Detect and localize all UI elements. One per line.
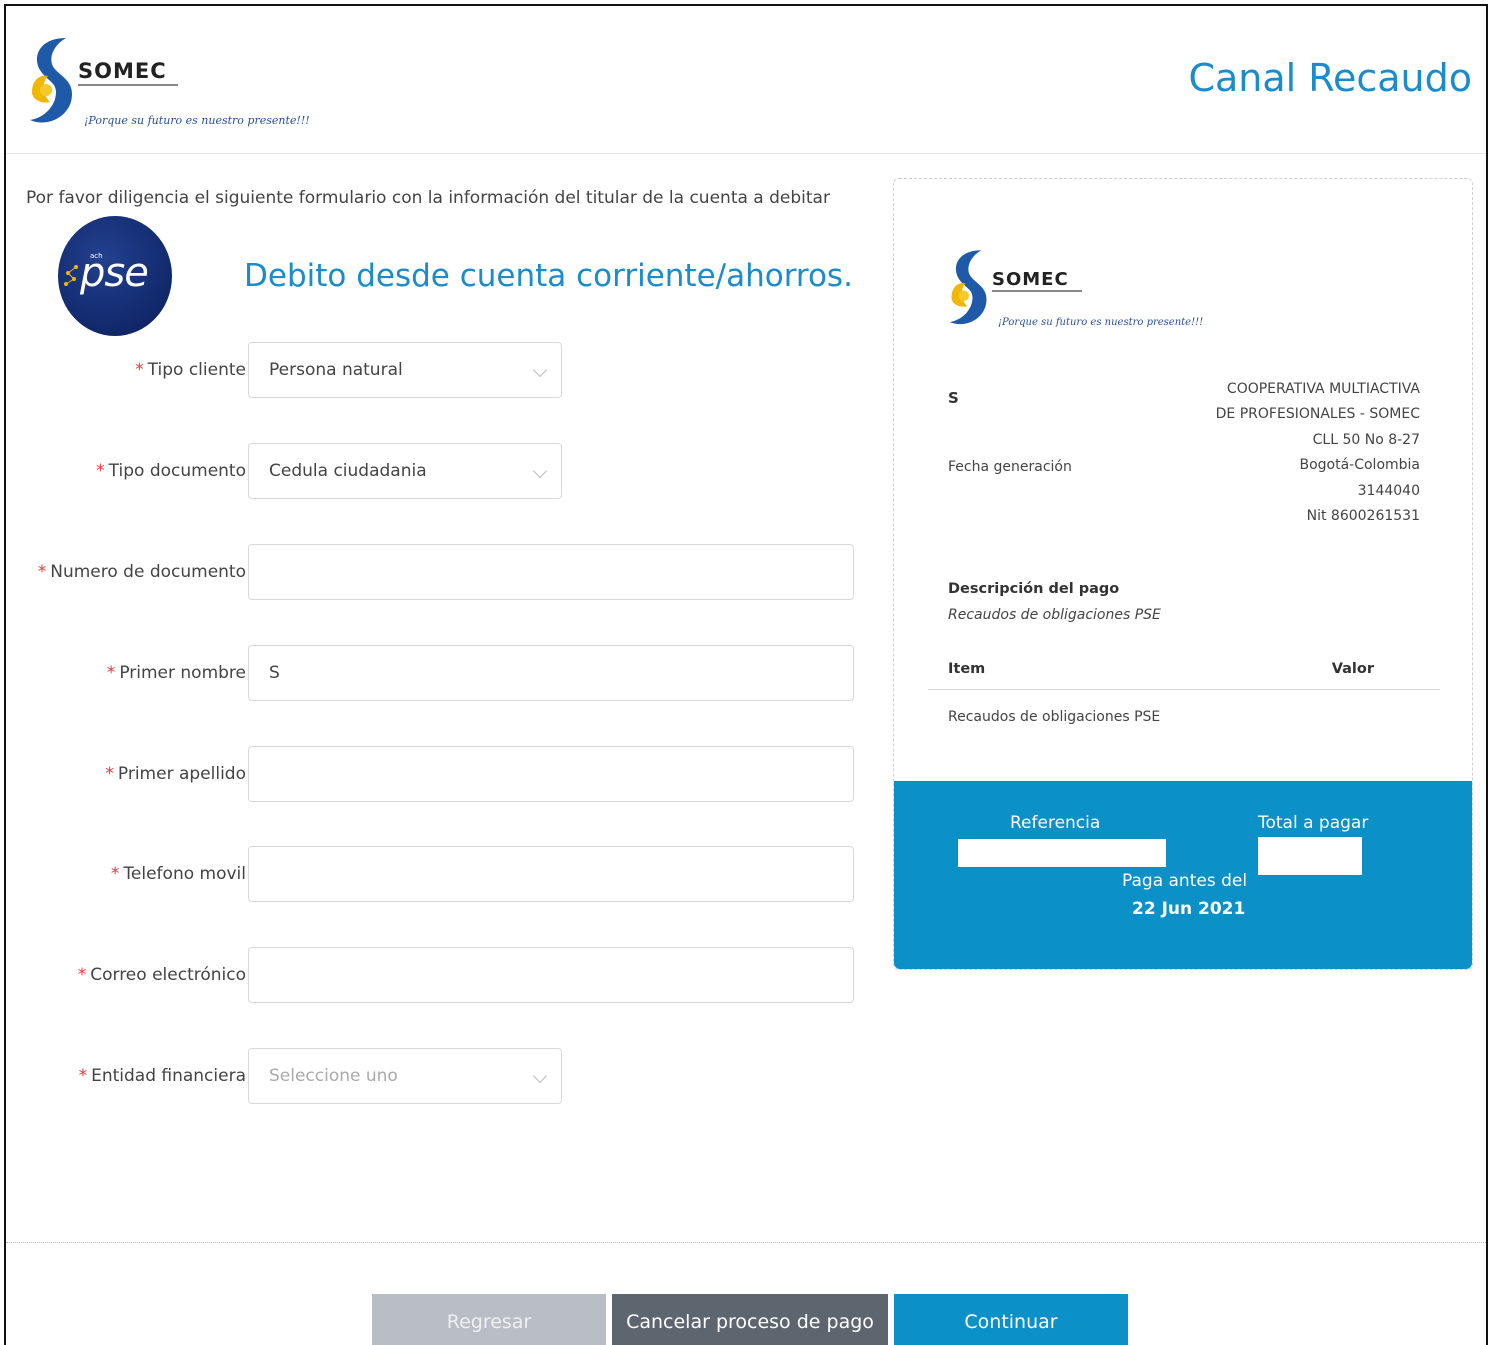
somec-swirl-icon — [30, 38, 72, 123]
tipo-documento-label-text: Tipo documento — [108, 461, 246, 481]
header: SOMEC ¡Porque su futuro es nuestro prese… — [6, 6, 1486, 154]
field-row-tipo-documento: * Tipo documento — [6, 443, 246, 499]
table-row-item: Recaudos de obligaciones PSE — [948, 709, 1161, 725]
fecha-generacion-label: Fecha generación — [948, 459, 1072, 475]
descripcion-title: Descripción del pago — [948, 581, 1120, 597]
receipt-logo-tagline: ¡Porque su futuro es nuestro presente!!! — [998, 317, 1204, 328]
form-heading: Debito desde cuenta corriente/ahorros. — [244, 258, 853, 294]
field-row-tipo-cliente: * Tipo cliente — [6, 342, 246, 398]
primer-apellido-label: * Primer apellido — [16, 746, 246, 802]
tipo-documento-select[interactable]: Cedula ciudadania — [248, 443, 562, 499]
total-value — [1258, 837, 1362, 875]
required-mark: * — [106, 663, 116, 683]
telefono-movil-input[interactable] — [248, 846, 854, 902]
tipo-cliente-label: * Tipo cliente — [16, 342, 246, 398]
primer-nombre-label: * Primer nombre — [16, 645, 246, 701]
field-row-telefono-movil: * Telefono movil — [6, 846, 246, 902]
primer-apellido-label-text: Primer apellido — [117, 764, 246, 784]
required-mark: * — [135, 360, 144, 380]
tipo-cliente-value: Persona natural — [269, 360, 403, 380]
customer-name: S — [948, 389, 959, 407]
payment-summary-panel: SOMEC ¡Porque su futuro es nuestro prese… — [893, 178, 1473, 970]
chevron-down-icon — [532, 463, 548, 479]
correo-label: * Correo electrónico — [16, 947, 246, 1003]
entidad-placeholder: Seleccione uno — [269, 1066, 398, 1086]
primer-apellido-input[interactable] — [248, 746, 854, 802]
referencia-label: Referencia — [1010, 813, 1101, 833]
page-title: Canal Recaudo — [1188, 56, 1472, 100]
company-line: 3144040 — [1357, 482, 1420, 499]
numero-documento-input[interactable] — [248, 544, 854, 600]
referencia-value — [958, 839, 1166, 867]
table-header-valor: Valor — [1331, 661, 1374, 677]
tipo-cliente-label-text: Tipo cliente — [147, 360, 246, 380]
chevron-down-icon — [532, 362, 548, 378]
company-info: COOPERATIVA MULTIACTIVA DE PROFESIONALES… — [1216, 377, 1420, 529]
somec-swirl-icon — [949, 250, 987, 325]
continue-button[interactable]: Continuar — [894, 1294, 1128, 1345]
primer-nombre-input[interactable]: S — [248, 645, 854, 701]
total-label: Total a pagar — [1258, 813, 1369, 833]
primer-nombre-label-text: Primer nombre — [119, 663, 246, 683]
descripcion-value: Recaudos de obligaciones PSE — [948, 607, 1161, 623]
field-row-entidad: * Entidad financiera — [6, 1048, 246, 1104]
company-line: COOPERATIVA MULTIACTIVA — [1226, 381, 1420, 397]
cancel-payment-button[interactable]: Cancelar proceso de pago — [612, 1294, 888, 1345]
logo-subline — [78, 84, 178, 86]
pse-logo-text: pse — [80, 250, 149, 296]
receipt-logo-name: SOMEC — [992, 269, 1069, 290]
paga-antes-label: Paga antes del — [1122, 871, 1248, 891]
payment-summary-footer: Referencia Total a pagar Paga antes del … — [894, 781, 1472, 969]
telefono-movil-label-text: Telefono movil — [123, 864, 246, 884]
entidad-label: * Entidad financiera — [16, 1048, 246, 1104]
correo-input[interactable] — [248, 947, 854, 1003]
receipt-logo-subline — [992, 290, 1082, 292]
chevron-down-icon — [532, 1068, 548, 1084]
required-mark: * — [105, 764, 114, 784]
field-row-primer-nombre: * Primer nombre — [6, 645, 246, 701]
form-intro: Por favor diligencia el siguiente formul… — [26, 188, 830, 208]
numero-documento-label-text: Numero de documento — [50, 562, 246, 582]
pse-logo: ach pse — [58, 216, 172, 336]
somec-logo: SOMEC ¡Porque su futuro es nuestro prese… — [26, 32, 310, 142]
required-mark: * — [78, 1066, 88, 1086]
company-line: DE PROFESIONALES - SOMEC — [1215, 406, 1420, 423]
required-mark: * — [37, 562, 47, 582]
required-mark: * — [77, 965, 87, 985]
required-mark: * — [96, 461, 105, 481]
entidad-label-text: Entidad financiera — [91, 1066, 246, 1086]
entidad-select[interactable]: Seleccione uno — [248, 1048, 562, 1104]
table-header-item: Item — [948, 661, 986, 677]
company-line: Nit 8600261531 — [1306, 508, 1420, 525]
field-row-correo: * Correo electrónico — [6, 947, 246, 1003]
field-row-numero-documento: * Numero de documento — [6, 544, 246, 600]
correo-label-text: Correo electrónico — [90, 965, 246, 985]
logo-tagline: ¡Porque su futuro es nuestro presente!!! — [84, 114, 310, 127]
tipo-documento-value: Cedula ciudadania — [269, 461, 427, 481]
fecha-limite: 22 Jun 2021 — [1132, 899, 1246, 919]
receipt-logo: SOMEC ¡Porque su futuro es nuestro prese… — [946, 245, 1203, 337]
pse-circuit-icon — [64, 265, 78, 286]
logo-name: SOMEC — [78, 59, 167, 83]
tipo-documento-label: * Tipo documento — [16, 443, 246, 499]
back-button[interactable]: Regresar — [372, 1294, 606, 1345]
numero-documento-label: * Numero de documento — [16, 544, 246, 600]
required-mark: * — [110, 864, 120, 884]
field-row-primer-apellido: * Primer apellido — [6, 746, 246, 802]
tipo-cliente-select[interactable]: Persona natural — [248, 342, 562, 398]
table-divider — [928, 689, 1440, 690]
page-frame: SOMEC ¡Porque su futuro es nuestro prese… — [4, 4, 1488, 1345]
footer-divider — [6, 1242, 1486, 1243]
company-line: CLL 50 No 8-27 — [1312, 431, 1420, 448]
telefono-movil-label: * Telefono movil — [16, 846, 246, 902]
company-line: Bogotá-Colombia — [1299, 457, 1420, 474]
